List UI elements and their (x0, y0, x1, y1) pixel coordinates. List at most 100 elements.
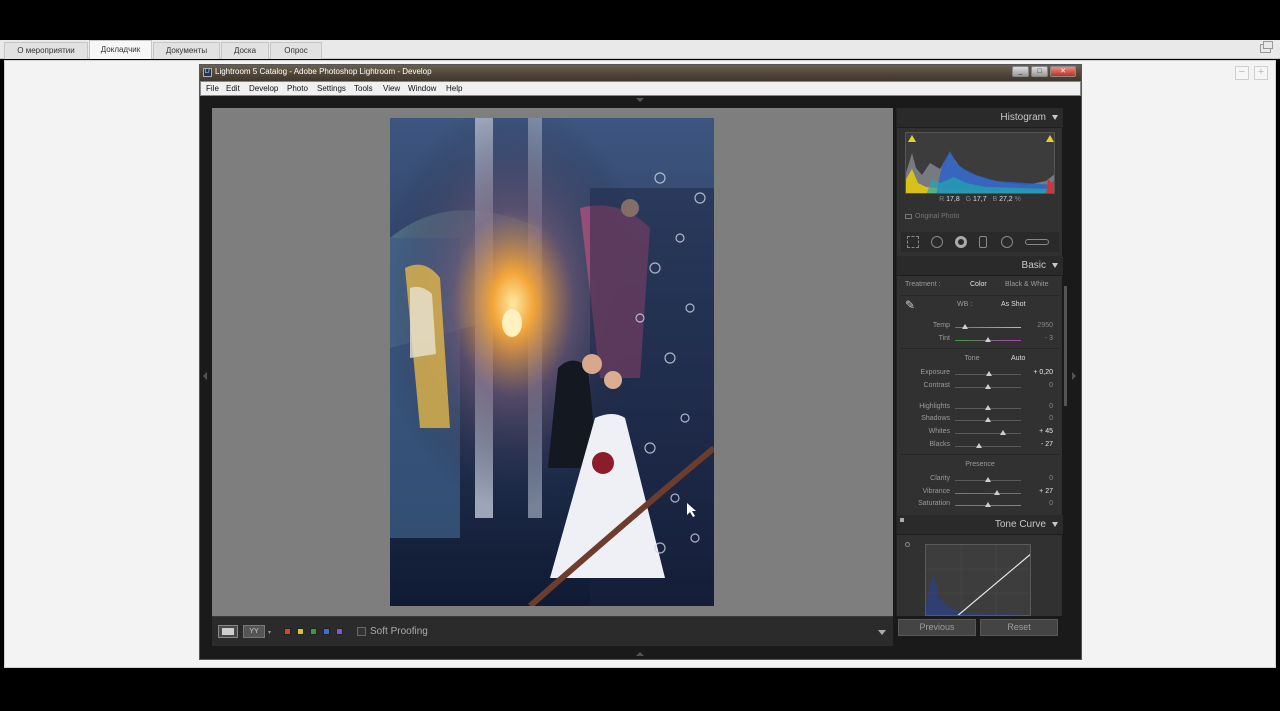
restore-window-icon[interactable] (1260, 41, 1273, 53)
collapse-triangle-icon[interactable] (1052, 115, 1058, 120)
menu-tools[interactable]: Tools (354, 84, 373, 93)
blacks-slider-knob[interactable] (976, 443, 983, 448)
histogram-header[interactable]: Histogram (897, 108, 1063, 128)
original-photo-toggle[interactable]: Original Photo (905, 213, 959, 220)
red-eye-icon[interactable] (955, 236, 967, 248)
histogram-graph[interactable] (905, 132, 1055, 194)
menu-view[interactable]: View (383, 84, 400, 93)
reset-button[interactable]: Reset (980, 619, 1058, 636)
lightroom-app-icon: Lr (203, 68, 212, 77)
maximize-button[interactable]: □ (1031, 66, 1048, 77)
vibrance-slider-row[interactable]: Vibrance + 27 (897, 487, 1063, 499)
collapse-triangle-icon[interactable] (1052, 263, 1058, 268)
window-title: Lightroom 5 Catalog - Adobe Photoshop Li… (215, 67, 432, 76)
radial-filter-icon[interactable] (1001, 236, 1013, 248)
top-panel-toggle-icon[interactable] (636, 98, 644, 102)
wedding-photo[interactable] (390, 118, 714, 606)
treatment-color-button[interactable]: Color (970, 281, 987, 288)
color-label-blue[interactable] (323, 628, 330, 635)
menu-file[interactable]: File (206, 84, 219, 93)
minimize-button[interactable]: _ (1012, 66, 1029, 77)
adjustment-brush-icon[interactable] (1025, 239, 1049, 245)
saturation-slider-row[interactable]: Saturation 0 (897, 499, 1063, 511)
menu-bar: File Edit Develop Photo Settings Tools V… (200, 81, 1081, 96)
spot-removal-icon[interactable] (931, 236, 943, 248)
menu-photo[interactable]: Photo (287, 84, 308, 93)
auto-tone-button[interactable]: Auto (1011, 355, 1025, 362)
color-label-red[interactable] (284, 628, 291, 635)
tone-section-label: Tone Auto (964, 355, 1026, 362)
menu-settings[interactable]: Settings (317, 84, 346, 93)
tone-curve-header[interactable]: Tone Curve (897, 515, 1063, 535)
graduated-filter-icon[interactable] (979, 236, 987, 248)
clarity-slider-row[interactable]: Clarity 0 (897, 474, 1063, 486)
tint-slider-knob[interactable] (985, 337, 991, 342)
exposure-slider-row[interactable]: Exposure + 0,20 (897, 368, 1063, 380)
develop-toolbar: YY ▾ Soft Proofing (212, 616, 893, 646)
menu-develop[interactable]: Develop (249, 84, 278, 93)
menu-edit[interactable]: Edit (226, 84, 240, 93)
tab-speaker[interactable]: Докладчик (89, 40, 152, 59)
tone-curve-graph[interactable] (925, 544, 1031, 616)
temp-slider-knob[interactable] (961, 324, 968, 329)
menu-window[interactable]: Window (408, 84, 436, 93)
original-photo-checkbox[interactable] (905, 213, 912, 219)
zoom-out-button[interactable]: − (1235, 66, 1249, 80)
clarity-slider-knob[interactable] (985, 477, 991, 482)
temp-slider-row[interactable]: Temp 2950 (897, 321, 1063, 333)
target-adjust-icon[interactable] (905, 542, 910, 547)
collapse-triangle-icon[interactable] (1052, 522, 1058, 527)
color-label-green[interactable] (310, 628, 317, 635)
loupe-view-icon[interactable] (218, 625, 238, 638)
right-panel-toggle-icon[interactable] (1072, 372, 1076, 380)
contrast-slider-knob[interactable] (985, 384, 991, 389)
bottom-panel-toggle-icon[interactable] (636, 652, 644, 656)
toolbar-menu-icon[interactable] (878, 630, 886, 635)
highlights-slider-row[interactable]: Highlights 0 (897, 402, 1063, 414)
develop-canvas (212, 108, 893, 616)
blacks-slider-row[interactable]: Blacks - 27 (897, 440, 1063, 452)
treatment-row: Treatment : Color Black & White (905, 281, 1049, 288)
tab-board[interactable]: Доска (221, 42, 269, 59)
highlights-slider-knob[interactable] (985, 405, 991, 410)
shadow-clipping-icon[interactable] (908, 135, 916, 142)
lightroom-workspace: YY ▾ Soft Proofing Histogram R 17,8 G 17… (200, 96, 1081, 659)
basic-header[interactable]: Basic (897, 256, 1063, 276)
wb-select[interactable]: As Shot (1001, 301, 1026, 308)
wb-row: ✎ WB : As Shot (905, 298, 1026, 312)
menu-help[interactable]: Help (446, 84, 462, 93)
tab-documents[interactable]: Документы (153, 42, 220, 59)
tool-strip (901, 232, 1059, 252)
panel-switch-icon[interactable] (900, 518, 904, 522)
whites-slider-row[interactable]: Whites + 45 (897, 427, 1063, 439)
previous-button[interactable]: Previous (898, 619, 976, 636)
shadows-slider-row[interactable]: Shadows 0 (897, 414, 1063, 426)
zoom-in-button[interactable]: + (1254, 66, 1268, 80)
basic-title: Basic (1021, 260, 1046, 271)
color-label-purple[interactable] (336, 628, 343, 635)
window-title-bar: Lr Lightroom 5 Catalog - Adobe Photoshop… (200, 65, 1081, 81)
tone-curve-title: Tone Curve (994, 519, 1046, 530)
highlight-clipping-icon[interactable] (1046, 135, 1054, 142)
tab-event-info[interactable]: О мероприятии (4, 42, 88, 59)
shadows-slider-knob[interactable] (985, 417, 991, 422)
wb-eyedropper-icon[interactable]: ✎ (905, 298, 915, 312)
before-after-button[interactable]: YY (243, 625, 265, 638)
close-button[interactable]: ✕ (1050, 66, 1076, 77)
before-after-dropdown-icon[interactable]: ▾ (268, 629, 271, 636)
lightroom-window: Lr Lightroom 5 Catalog - Adobe Photoshop… (199, 64, 1082, 660)
bottom-black-bar (0, 669, 1280, 711)
treatment-bw-button[interactable]: Black & White (1005, 281, 1049, 288)
contrast-slider-row[interactable]: Contrast 0 (897, 381, 1063, 393)
crop-icon[interactable] (907, 236, 919, 248)
soft-proofing-checkbox[interactable] (357, 627, 366, 636)
color-label-yellow[interactable] (297, 628, 304, 635)
saturation-slider-knob[interactable] (985, 502, 991, 507)
vibrance-slider-knob[interactable] (993, 490, 1000, 495)
tint-slider-row[interactable]: Tint - 3 (897, 334, 1063, 346)
tab-poll[interactable]: Опрос (270, 42, 322, 59)
exposure-slider-knob[interactable] (986, 371, 993, 376)
panel-scrollbar[interactable] (1064, 286, 1067, 406)
left-panel-toggle-icon[interactable] (203, 372, 207, 380)
whites-slider-knob[interactable] (999, 430, 1006, 435)
